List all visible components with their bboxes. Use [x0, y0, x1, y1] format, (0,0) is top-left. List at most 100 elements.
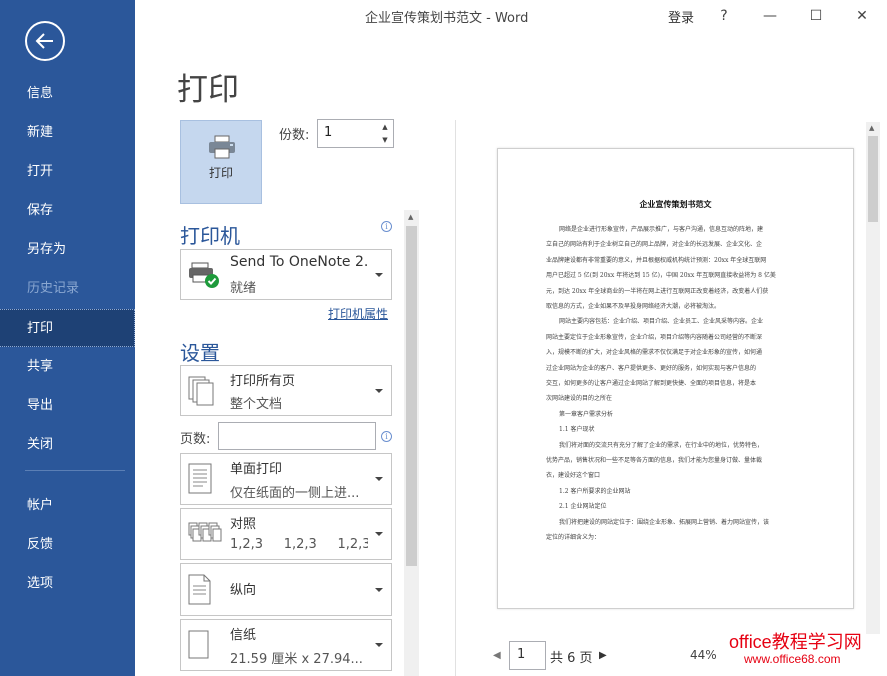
login-link[interactable]: 登录 [668, 7, 694, 26]
preview-doc-title: 企业宣传策划书范文 [639, 199, 712, 209]
paper-icon [188, 630, 209, 659]
sides-detail: 仅在纸面的一侧上进... [230, 486, 360, 501]
chevron-down-icon [375, 388, 383, 393]
preview-line: 过企业网站为企业的客户、客户提供更多、更好的服务，如何实现与客户信息的 [546, 364, 757, 372]
sidebar-item-open[interactable]: 打开 [0, 153, 135, 191]
page-title: 打印 [177, 72, 239, 108]
sidebar-item-account[interactable]: 帐户 [0, 487, 135, 525]
sidebar-item-close[interactable]: 关闭 [0, 426, 135, 464]
scroll-thumb[interactable] [406, 226, 417, 566]
preview-line: 1.2 客户所要求的企业网站 [559, 487, 631, 495]
printer-status: 就绪 [230, 281, 257, 296]
paper-size-detail: 21.59 厘米 x 27.94... [230, 652, 363, 667]
preview-line: 1.1 客户现状 [559, 426, 595, 434]
sidebar-item-save[interactable]: 保存 [0, 192, 135, 230]
printer-properties-link[interactable]: 打印机属性 [328, 305, 388, 322]
preview-line: 优势产品，销售状况和一些不足等各方面的信息，我们才能为您量身订做、量体裁 [546, 457, 763, 464]
portrait-icon [188, 574, 211, 604]
preview-line: 用户已超过 5 亿(到 20xx 年将达到 15 亿)，中国 20xx 年互联网… [546, 272, 776, 280]
preview-scrollbar[interactable]: ▲ [866, 122, 880, 634]
copies-up-icon[interactable]: ▲ [378, 121, 392, 134]
page-number-input[interactable]: 1 [509, 641, 546, 670]
printer-name: Send To OneNote 2... [230, 254, 368, 270]
chevron-down-icon [375, 272, 383, 277]
preview-line: 第一章客户需求分析 [559, 410, 614, 418]
page-preview: 企业宣传策划书范文 网络是企业进行形象宣传，产品展示推广，与客户沟通，信息互动的… [497, 148, 854, 609]
preview-line: 我们将对面的交流只有充分了解了企业的需求，在行业中的地位，优势特色， [559, 441, 764, 449]
pages-label: 页数: [180, 432, 211, 447]
sidebar-item-share[interactable]: 共享 [0, 348, 135, 386]
paper-size-dropdown[interactable]: 信纸 21.59 厘米 x 27.94... [180, 619, 392, 671]
preview-line: 定位的详细含义为： [546, 534, 601, 541]
preview-line: 衣，建设好这个窗口 [546, 472, 601, 480]
scroll-thumb[interactable] [868, 136, 878, 222]
scroll-up-icon[interactable]: ▲ [869, 124, 874, 132]
sidebar-item-new[interactable]: 新建 [0, 114, 135, 152]
watermark-url: www.office68.com [744, 652, 841, 666]
window-title: 企业宣传策划书范文 - Word [365, 11, 529, 26]
printer-ready-icon [189, 262, 219, 288]
printer-heading: 打印机 [180, 224, 240, 248]
collate-label: 对照 [230, 517, 257, 532]
preview-line: 入，规模不断的扩大，对企业风格的需求不仅仅满足于对企业形象的宣传，如何通 [546, 349, 763, 357]
chevron-down-icon [375, 643, 383, 647]
page-total: 共 6 页 [550, 651, 593, 666]
collate-detail: 1,2,3 1,2,3 1,2,3 [230, 537, 368, 552]
preview-line: 业品牌建设都有非常重要的意义，并且根据权威机构统计预测：20xx 年全球互联网 [546, 256, 767, 264]
printer-info-icon[interactable]: i [381, 221, 392, 232]
title-bar: 企业宣传策划书范文 - Word 登录 ? — ☐ ✕ [135, 0, 887, 32]
zoom-level: 44% [690, 648, 717, 662]
preview-line: 网络是企业进行形象宣传，产品展示推广，与客户沟通，信息互动的阵地，建 [559, 226, 764, 233]
print-range-label: 打印所有页 [230, 374, 296, 389]
sidebar-item-options[interactable]: 选项 [0, 565, 135, 603]
sidebar-divider [25, 470, 125, 471]
preview-line: 网站主要定位于企业形象宣传，企业介绍，项目介绍等内容随着公司经营的不断深 [546, 333, 763, 341]
copies-label: 份数: [279, 128, 310, 143]
sidebar-item-print[interactable]: 打印 [0, 309, 135, 347]
all-pages-icon [188, 376, 214, 405]
print-button-label: 打印 [208, 166, 233, 180]
back-button[interactable] [25, 21, 65, 61]
back-arrow-icon [35, 33, 53, 49]
sides-dropdown[interactable]: 单面打印 仅在纸面的一侧上进... [180, 453, 392, 505]
maximize-button[interactable]: ☐ [793, 0, 839, 32]
settings-scrollbar[interactable]: ▲ [404, 210, 419, 676]
chevron-down-icon [375, 587, 383, 592]
sidebar-item-save-as[interactable]: 另存为 [0, 231, 135, 269]
sidebar-item-export[interactable]: 导出 [0, 387, 135, 425]
preview-line: 2.1 企业网站定位 [559, 503, 607, 511]
scroll-up-icon[interactable]: ▲ [408, 213, 413, 221]
close-button[interactable]: ✕ [839, 0, 885, 32]
printer-dropdown[interactable]: Send To OneNote 2... 就绪 [180, 249, 392, 300]
preview-line: 次网站建设的目的之所在 [546, 395, 613, 403]
settings-heading: 设置 [180, 341, 220, 365]
preview-line: 网站主要内容包括：企业介绍、项目介绍、企业员工、企业风采等内容。企业 [559, 318, 764, 326]
orientation-dropdown[interactable]: 纵向 [180, 563, 392, 616]
copies-down-icon[interactable]: ▼ [378, 134, 392, 147]
sidebar-item-info[interactable]: 信息 [0, 75, 135, 113]
paper-size-label: 信纸 [230, 628, 257, 643]
chevron-down-icon [375, 532, 383, 536]
pages-input[interactable] [218, 422, 376, 450]
preview-line: 取信息的方式，企业如果不及早投身网络经济大潮，必将被淘汰。 [546, 303, 721, 310]
preview-line: 元，到达 20xx 年全球商业的一半将在网上进行互联网正改变着经济，改变着人们获 [546, 287, 769, 295]
printer-icon [209, 135, 235, 159]
backstage-sidebar: 信息 新建 打开 保存 另存为 历史记录 打印 共享 导出 关闭 帐户 反馈 选… [0, 0, 135, 676]
collate-icon [188, 522, 222, 542]
next-page-icon[interactable]: ▶ [599, 650, 607, 661]
print-range-dropdown[interactable]: 打印所有页 整个文档 [180, 365, 392, 416]
help-button[interactable]: ? [701, 0, 747, 32]
minimize-button[interactable]: — [747, 0, 793, 32]
print-range-detail: 整个文档 [230, 397, 283, 412]
orientation-label: 纵向 [230, 583, 257, 598]
preview-line: 我们将把建设的网站定位于：围绕企业形象、拓展网上营销、着力网站宣传，该 [559, 518, 770, 526]
sidebar-item-feedback[interactable]: 反馈 [0, 526, 135, 564]
one-sided-icon [188, 463, 212, 494]
watermark-title: office教程学习网 [729, 632, 862, 652]
sides-label: 单面打印 [230, 462, 283, 477]
preview-line: 交互，如何更多的让客户通过企业网站了解到更快捷、全面的项目信息，将是本 [546, 380, 757, 387]
print-button[interactable]: 打印 [180, 120, 262, 204]
collate-dropdown[interactable]: 对照 1,2,3 1,2,3 1,2,3 [180, 508, 392, 560]
pages-info-icon[interactable]: i [381, 431, 392, 442]
prev-page-icon[interactable]: ◀ [493, 650, 501, 661]
